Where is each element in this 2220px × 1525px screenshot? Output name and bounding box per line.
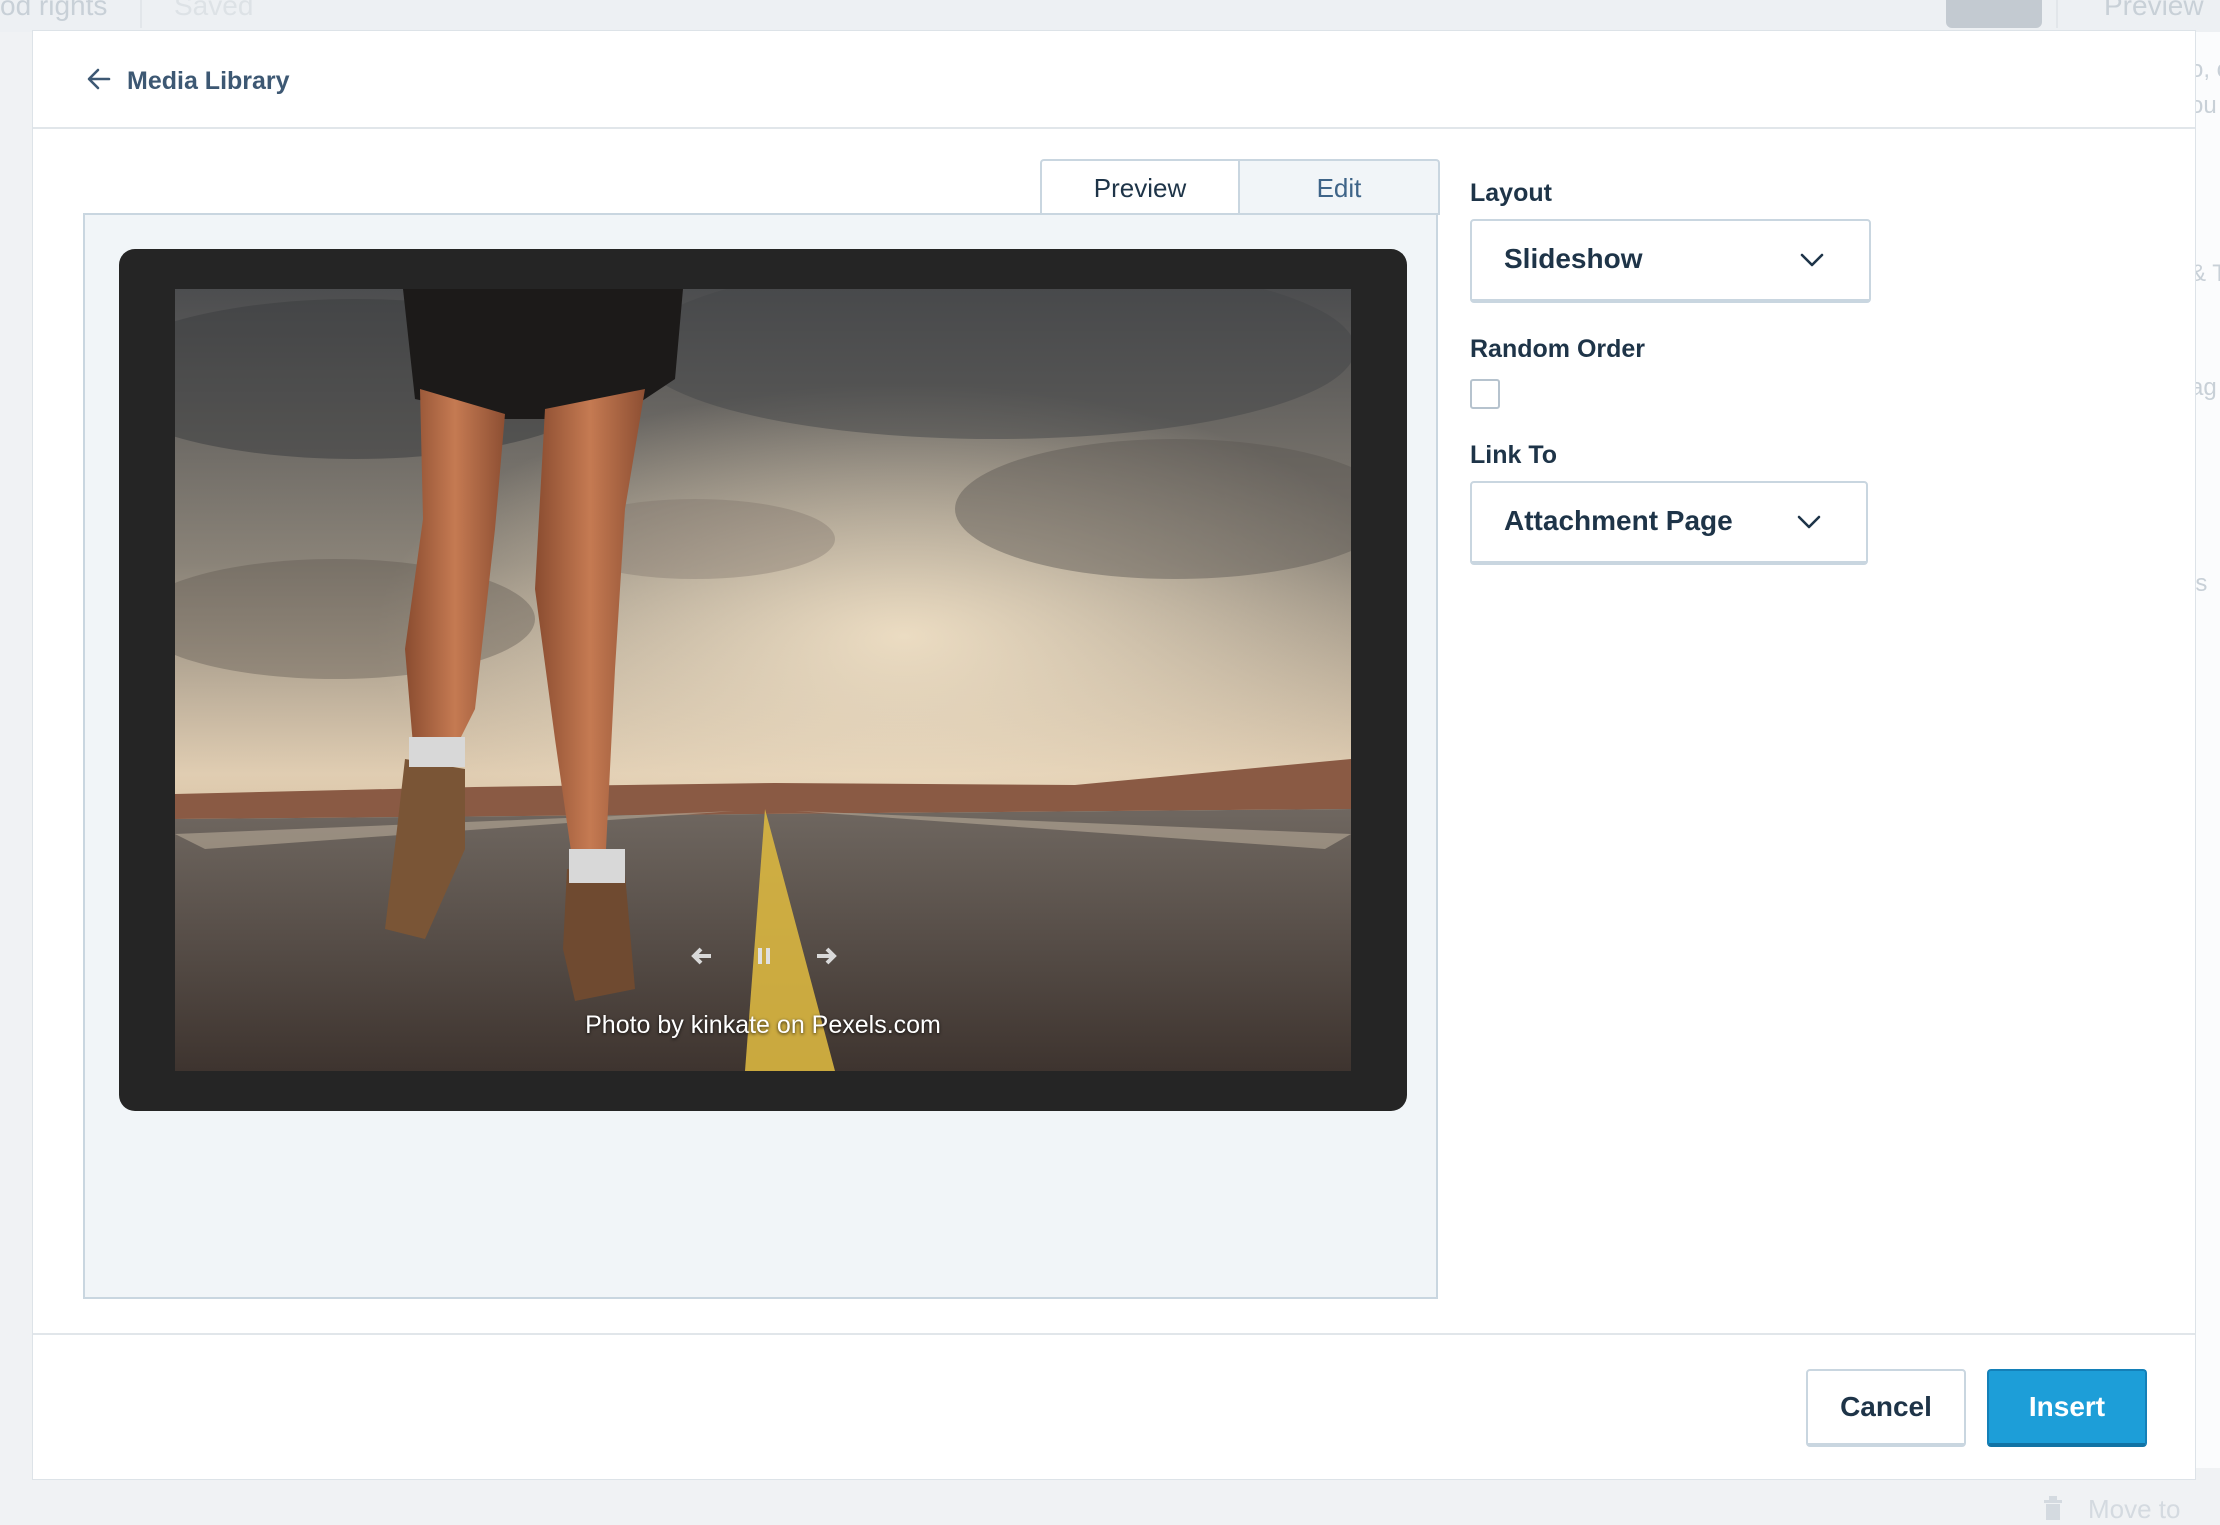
random-order-checkbox[interactable] — [1470, 379, 1500, 409]
layout-label: Layout — [1470, 179, 1552, 207]
slideshow-frame: Photo by kinkate on Pexels.com — [119, 249, 1407, 1111]
link-to-label: Link To — [1470, 441, 1558, 469]
insert-button[interactable]: Insert — [1987, 1369, 2147, 1447]
gallery-modal: Media Library Preview Edit Photo by kink… — [32, 30, 2196, 1480]
cancel-button[interactable]: Cancel — [1806, 1369, 1966, 1447]
slideshow-caption: Photo by kinkate on Pexels.com — [585, 1011, 941, 1039]
slideshow-previous-button[interactable] — [677, 935, 727, 977]
background-settings-gear-icon — [1946, 0, 2042, 28]
background-trash-icon — [2040, 1494, 2066, 1520]
back-link-label: Media Library — [127, 66, 290, 95]
link-to-select-value: Attachment Page — [1504, 505, 1733, 536]
back-to-media-library-link[interactable]: Media Library — [85, 61, 290, 101]
next-icon — [817, 947, 837, 965]
slideshow-pause-button[interactable] — [739, 935, 789, 977]
slideshow-image: Photo by kinkate on Pexels.com — [175, 289, 1351, 1071]
layout-select[interactable]: Slideshow — [1470, 219, 1871, 303]
layout-select-value: Slideshow — [1504, 243, 1643, 274]
background-save-status: Saved — [174, 0, 254, 21]
arrow-left-icon — [85, 65, 113, 98]
preview-pane: Photo by kinkate on Pexels.com — [83, 213, 1438, 1299]
chevron-down-icon — [1797, 515, 1821, 529]
slideshow-next-button[interactable] — [801, 935, 851, 977]
background-title-fragment: od rights — [0, 0, 108, 21]
background-preview-button: Preview — [2104, 0, 2204, 21]
background-divider — [2056, 0, 2058, 28]
background-sidebar — [2196, 32, 2220, 1468]
background-move-to-trash: Move to — [2088, 1494, 2181, 1524]
link-to-select[interactable]: Attachment Page — [1470, 481, 1868, 565]
previous-icon — [691, 947, 711, 965]
editor-topbar-background — [0, 0, 2220, 32]
tab-preview[interactable]: Preview — [1040, 159, 1240, 215]
random-order-label: Random Order — [1470, 335, 1646, 363]
modal-header: Media Library — [33, 31, 2195, 129]
background-divider — [140, 0, 142, 28]
tab-edit[interactable]: Edit — [1240, 159, 1440, 215]
pause-icon — [758, 948, 770, 964]
chevron-down-icon — [1800, 253, 1824, 267]
footer-divider — [33, 1333, 2195, 1335]
preview-edit-tabs: Preview Edit — [1040, 159, 1440, 215]
